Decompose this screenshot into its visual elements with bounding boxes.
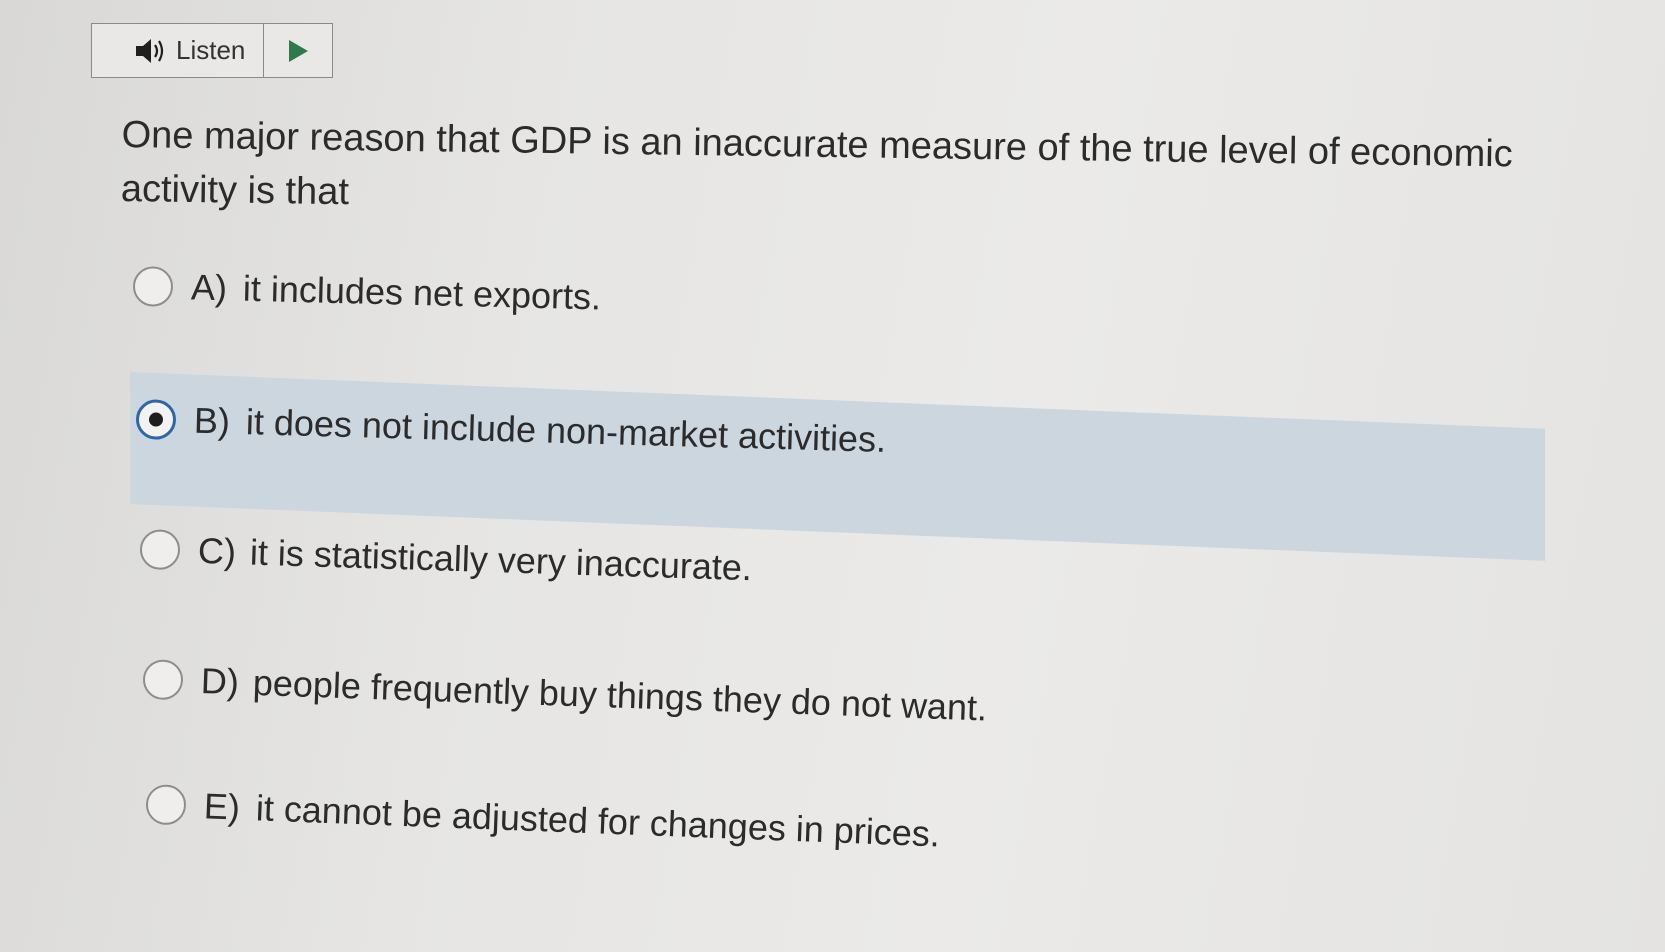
radio-a[interactable] bbox=[132, 266, 174, 307]
listen-button[interactable]: Listen bbox=[92, 24, 264, 77]
play-button[interactable] bbox=[264, 24, 332, 77]
option-a[interactable]: A) it includes net exports. bbox=[132, 265, 602, 318]
option-c-letter: C) bbox=[197, 529, 237, 573]
radio-e[interactable] bbox=[145, 784, 187, 826]
option-a-letter: A) bbox=[190, 266, 228, 309]
listen-label: Listen bbox=[176, 35, 246, 65]
radio-c[interactable] bbox=[139, 529, 181, 571]
option-d-text: people frequently buy things they do not… bbox=[252, 661, 988, 729]
option-c-text: it is statistically very inaccurate. bbox=[249, 531, 753, 589]
option-e-text: it cannot be adjusted for changes in pri… bbox=[255, 787, 941, 855]
play-icon bbox=[289, 39, 308, 62]
option-e[interactable]: E) it cannot be adjusted for changes in … bbox=[145, 783, 941, 855]
option-e-letter: E) bbox=[203, 785, 241, 828]
option-b-letter: B) bbox=[193, 399, 231, 442]
radio-b[interactable] bbox=[135, 399, 177, 441]
speaker-icon bbox=[136, 38, 164, 63]
listen-toolbar: Listen bbox=[91, 23, 333, 78]
option-d-letter: D) bbox=[200, 660, 240, 703]
question-text: One major reason that GDP is an inaccura… bbox=[120, 113, 1514, 214]
selected-option-highlight bbox=[130, 372, 1545, 561]
quiz-page: Listen One major reason that GDP is an i… bbox=[0, 0, 1665, 952]
option-a-text: it includes net exports. bbox=[242, 267, 602, 318]
radio-d[interactable] bbox=[142, 659, 184, 701]
option-d[interactable]: D) people frequently buy things they do … bbox=[142, 658, 988, 729]
option-c[interactable]: C) it is statistically very inaccurate. bbox=[139, 528, 753, 589]
